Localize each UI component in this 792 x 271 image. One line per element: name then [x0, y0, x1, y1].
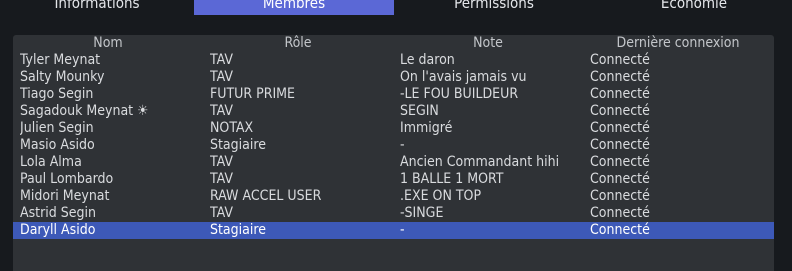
members-table: Nom Rôle Note Dernière connexion Tyler M… — [13, 35, 774, 271]
member-name: Paul Lombardo — [20, 171, 114, 187]
member-last-connection: Connecté — [590, 103, 650, 119]
member-note: -LE FOU BUILDEUR — [400, 86, 519, 102]
member-name: Tiago Segin — [20, 86, 94, 102]
member-last-connection: Connecté — [590, 154, 650, 170]
member-name: Midori Meynat — [20, 188, 110, 204]
table-row[interactable]: Astrid Segin TAV -SINGE Connecté — [13, 205, 774, 222]
member-role: TAV — [210, 205, 233, 221]
member-note: -SINGE — [400, 205, 444, 221]
member-note: - — [400, 222, 405, 238]
member-note: Immigré — [400, 120, 453, 136]
member-role: RAW ACCEL USER — [210, 188, 322, 204]
table-row[interactable]: Tyler Meynat TAV Le daron Connecté — [13, 52, 774, 69]
member-last-connection: Connecté — [590, 205, 650, 221]
member-role: TAV — [210, 52, 233, 68]
member-name: Lola Alma — [20, 154, 82, 170]
member-note: Ancien Commandant hihi — [400, 154, 560, 170]
member-last-connection: Connecté — [590, 222, 650, 238]
member-last-connection: Connecté — [590, 171, 650, 187]
member-last-connection: Connecté — [590, 137, 650, 153]
tab-permissions[interactable]: Permissions — [394, 0, 594, 15]
table-row[interactable]: Julien Segin NOTAX Immigré Connecté — [13, 120, 774, 137]
member-last-connection: Connecté — [590, 69, 650, 85]
member-name: Tyler Meynat — [20, 52, 101, 68]
member-name: Masio Asido — [20, 137, 95, 153]
member-name: Sagadouk Meynat ☀ — [20, 103, 149, 119]
table-row[interactable]: Sagadouk Meynat ☀ TAV SEGIN Connecté — [13, 103, 774, 120]
member-name: Daryll Asido — [20, 222, 96, 238]
tab-membres[interactable]: Membres — [194, 0, 394, 15]
member-last-connection: Connecté — [590, 120, 650, 136]
tab-bar: Informations Membres Permissions Economi… — [0, 0, 792, 15]
column-header-nom[interactable]: Nom — [13, 35, 203, 52]
member-name: Astrid Segin — [20, 205, 97, 221]
member-note: - — [400, 137, 405, 153]
tab-economie[interactable]: Economie — [594, 0, 792, 15]
member-name: Salty Mounky — [20, 69, 105, 85]
table-row[interactable]: Tiago Segin FUTUR PRIME -LE FOU BUILDEUR… — [13, 86, 774, 103]
column-header-last-connection[interactable]: Dernière connexion — [583, 35, 773, 52]
table-row[interactable]: Midori Meynat RAW ACCEL USER .EXE ON TOP… — [13, 188, 774, 205]
table-row[interactable]: Lola Alma TAV Ancien Commandant hihi Con… — [13, 154, 774, 171]
member-role: FUTUR PRIME — [210, 86, 296, 102]
column-header-note[interactable]: Note — [393, 35, 583, 52]
tab-informations[interactable]: Informations — [0, 0, 194, 15]
member-role: TAV — [210, 154, 233, 170]
table-row[interactable]: Salty Mounky TAV On l'avais jamais vu Co… — [13, 69, 774, 86]
member-last-connection: Connecté — [590, 52, 650, 68]
member-role: TAV — [210, 171, 233, 187]
member-last-connection: Connecté — [590, 86, 650, 102]
member-note: On l'avais jamais vu — [400, 69, 527, 85]
member-role: TAV — [210, 69, 233, 85]
member-note: .EXE ON TOP — [400, 188, 482, 204]
member-role: NOTAX — [210, 120, 254, 136]
table-row[interactable]: Masio Asido Stagiaire - Connecté — [13, 137, 774, 154]
member-role: TAV — [210, 103, 233, 119]
member-role: Stagiaire — [210, 222, 266, 238]
member-note: Le daron — [400, 52, 455, 68]
table-row-selected[interactable]: Daryll Asido Stagiaire - Connecté — [13, 222, 774, 239]
member-role: Stagiaire — [210, 137, 266, 153]
member-last-connection: Connecté — [590, 188, 650, 204]
member-name: Julien Segin — [20, 120, 94, 136]
column-header-role[interactable]: Rôle — [203, 35, 393, 52]
table-row[interactable]: Paul Lombardo TAV 1 BALLE 1 MORT Connect… — [13, 171, 774, 188]
member-note: 1 BALLE 1 MORT — [400, 171, 504, 187]
member-note: SEGIN — [400, 103, 439, 119]
table-header: Nom Rôle Note Dernière connexion — [13, 35, 774, 52]
